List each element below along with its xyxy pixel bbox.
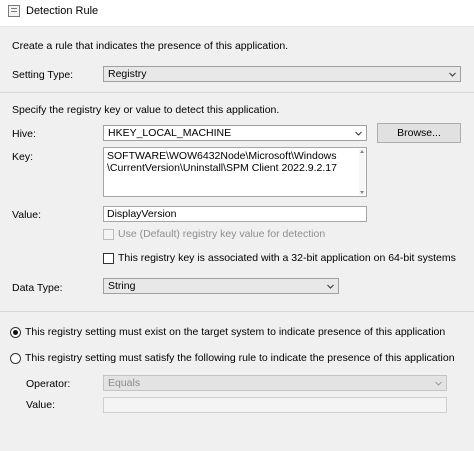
setting-type-dropdown[interactable]: Registry (103, 66, 461, 82)
key-scrollbar[interactable] (359, 149, 365, 195)
rule-radio-label: This registry setting must satisfy the f… (25, 352, 455, 364)
exist-radio[interactable] (10, 327, 21, 338)
value-label: Value: (12, 209, 41, 221)
chevron-down-icon (435, 380, 442, 387)
value-input[interactable]: DisplayVersion (103, 206, 367, 222)
data-type-dropdown[interactable]: String (103, 278, 339, 294)
intro-text: Create a rule that indicates the presenc… (12, 40, 289, 52)
key-line-2: \CurrentVersion\Uninstall\SPM Client 202… (107, 162, 337, 174)
radio-selected-dot (13, 330, 18, 335)
use-default-checkbox[interactable] (103, 229, 114, 240)
key-line-1: SOFTWARE\WOW6432Node\Microsoft\Windows (107, 150, 337, 162)
use-default-label: Use (Default) registry key value for det… (118, 228, 326, 240)
operator-value: Equals (108, 377, 141, 389)
operator-dropdown[interactable]: Equals (103, 375, 447, 391)
chevron-down-icon (355, 130, 362, 137)
setting-type-value: Registry (108, 68, 147, 80)
window-title: Detection Rule (26, 5, 99, 17)
setting-type-label: Setting Type: (12, 69, 74, 81)
32bit-checkbox[interactable] (103, 253, 114, 264)
rule-value-label: Value: (26, 399, 55, 411)
chevron-down-icon (449, 71, 456, 78)
key-label: Key: (12, 151, 34, 163)
hive-label: Hive: (12, 128, 36, 140)
rule-value-input[interactable] (103, 397, 447, 413)
operator-label: Operator: (26, 378, 71, 390)
rule-radio[interactable] (10, 353, 21, 364)
browse-button[interactable]: Browse... (377, 123, 461, 143)
separator (0, 92, 474, 93)
specify-text: Specify the registry key or value to det… (12, 104, 280, 116)
value-input-text: DisplayVersion (107, 208, 177, 220)
window-app-icon (8, 5, 20, 17)
separator (0, 311, 474, 312)
data-type-label: Data Type: (12, 282, 63, 294)
hive-value: HKEY_LOCAL_MACHINE (108, 127, 232, 139)
data-type-value: String (108, 280, 136, 292)
key-textarea[interactable]: SOFTWARE\WOW6432Node\Microsoft\Windows \… (103, 147, 367, 197)
chevron-down-icon (327, 283, 334, 290)
exist-radio-label: This registry setting must exist on the … (25, 326, 446, 338)
hive-dropdown[interactable]: HKEY_LOCAL_MACHINE (103, 125, 367, 141)
32bit-label: This registry key is associated with a 3… (118, 252, 456, 264)
title-bar: Detection Rule (0, 0, 474, 27)
